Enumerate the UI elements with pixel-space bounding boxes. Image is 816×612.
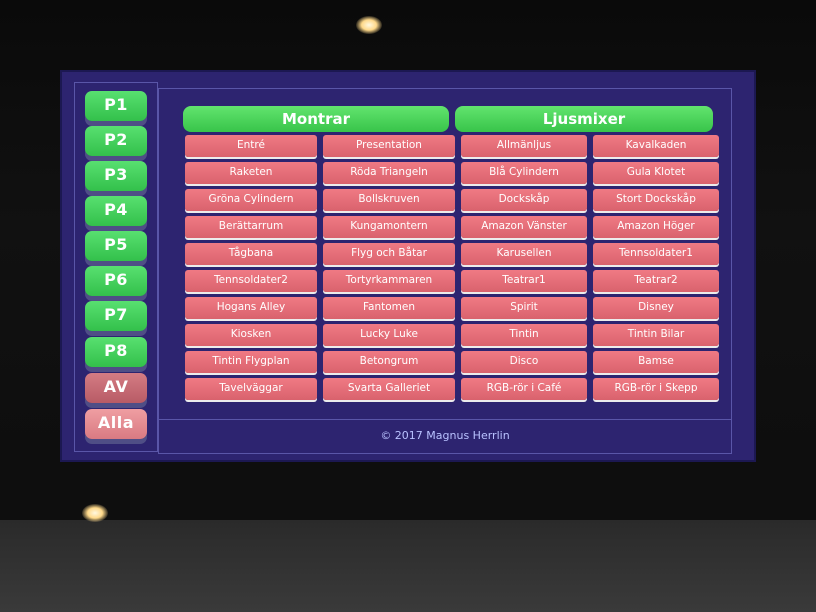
grid-button[interactable]: Disco — [461, 351, 587, 373]
grid-button[interactable]: Lucky Luke — [323, 324, 455, 346]
grid-button[interactable]: Spirit — [461, 297, 587, 319]
grid-button[interactable]: Berättarrum — [185, 216, 317, 238]
grid-button[interactable]: Röda Triangeln — [323, 162, 455, 184]
touch-screen: P1 P2 P3 P4 P5 P6 P7 P8 AV Alla Montrar … — [62, 72, 754, 460]
grid-button[interactable]: Kavalkaden — [593, 135, 719, 157]
preset-button-p5[interactable]: P5 — [85, 231, 147, 261]
grid-button[interactable]: Amazon Höger — [593, 216, 719, 238]
grid-button[interactable]: Gröna Cylindern — [185, 189, 317, 211]
all-off-button[interactable]: AV — [85, 373, 147, 403]
preset-button-p3[interactable]: P3 — [85, 161, 147, 191]
grid-button[interactable]: Stort Dockskåp — [593, 189, 719, 211]
grid-button[interactable]: Tintin Flygplan — [185, 351, 317, 373]
preset-button-p7[interactable]: P7 — [85, 301, 147, 331]
montrar-header: Montrar — [183, 106, 449, 132]
preset-button-p1[interactable]: P1 — [85, 91, 147, 121]
grid-button[interactable]: Kiosken — [185, 324, 317, 346]
ljusmixer-header: Ljusmixer — [455, 106, 713, 132]
grid-button[interactable]: Raketen — [185, 162, 317, 184]
grid-button[interactable]: Gula Klotet — [593, 162, 719, 184]
grid-button[interactable]: Presentation — [323, 135, 455, 157]
main-panel: Montrar Ljusmixer Entré Presentation All… — [158, 88, 732, 454]
grid-button[interactable]: Svarta Galleriet — [323, 378, 455, 400]
grid-button[interactable]: Blå Cylindern — [461, 162, 587, 184]
grid-button[interactable]: Kungamontern — [323, 216, 455, 238]
preset-button-p8[interactable]: P8 — [85, 337, 147, 367]
grid-button[interactable]: Teatrar1 — [461, 270, 587, 292]
light-reflection — [356, 16, 382, 34]
light-reflection — [82, 504, 108, 522]
grid-button[interactable]: Bollskruven — [323, 189, 455, 211]
grid-button[interactable]: Tintin Bilar — [593, 324, 719, 346]
grid-button[interactable]: Tortyrkammaren — [323, 270, 455, 292]
grid-button[interactable]: Tennsoldater1 — [593, 243, 719, 265]
preset-button-p2[interactable]: P2 — [85, 126, 147, 156]
grid-button[interactable]: RGB-rör i Café — [461, 378, 587, 400]
grid-button[interactable]: Allmänljus — [461, 135, 587, 157]
sidebar: P1 P2 P3 P4 P5 P6 P7 P8 AV Alla — [74, 82, 158, 452]
preset-button-p4[interactable]: P4 — [85, 196, 147, 226]
grid-button[interactable]: Flyg och Båtar — [323, 243, 455, 265]
grid-button[interactable]: Karusellen — [461, 243, 587, 265]
grid-button[interactable]: Bamse — [593, 351, 719, 373]
grid-button[interactable]: Dockskåp — [461, 189, 587, 211]
preset-button-p6[interactable]: P6 — [85, 266, 147, 296]
grid-button[interactable]: Entré — [185, 135, 317, 157]
grid-button[interactable]: Hogans Alley — [185, 297, 317, 319]
grid-button[interactable]: Fantomen — [323, 297, 455, 319]
table-surface — [0, 520, 816, 612]
copyright-footer: © 2017 Magnus Herrlin — [380, 429, 510, 442]
grid-button[interactable]: Betongrum — [323, 351, 455, 373]
grid-button[interactable]: Amazon Vänster — [461, 216, 587, 238]
all-on-button[interactable]: Alla — [85, 409, 147, 439]
grid-button[interactable]: RGB-rör i Skepp — [593, 378, 719, 400]
grid-button[interactable]: Tavelväggar — [185, 378, 317, 400]
grid-button[interactable]: Tennsoldater2 — [185, 270, 317, 292]
grid-button[interactable]: Tintin — [461, 324, 587, 346]
grid-button[interactable]: Tågbana — [185, 243, 317, 265]
control-grid: Entré Presentation Allmänljus Kavalkaden… — [185, 135, 719, 400]
footer-divider — [159, 419, 731, 420]
grid-button[interactable]: Teatrar2 — [593, 270, 719, 292]
grid-button[interactable]: Disney — [593, 297, 719, 319]
